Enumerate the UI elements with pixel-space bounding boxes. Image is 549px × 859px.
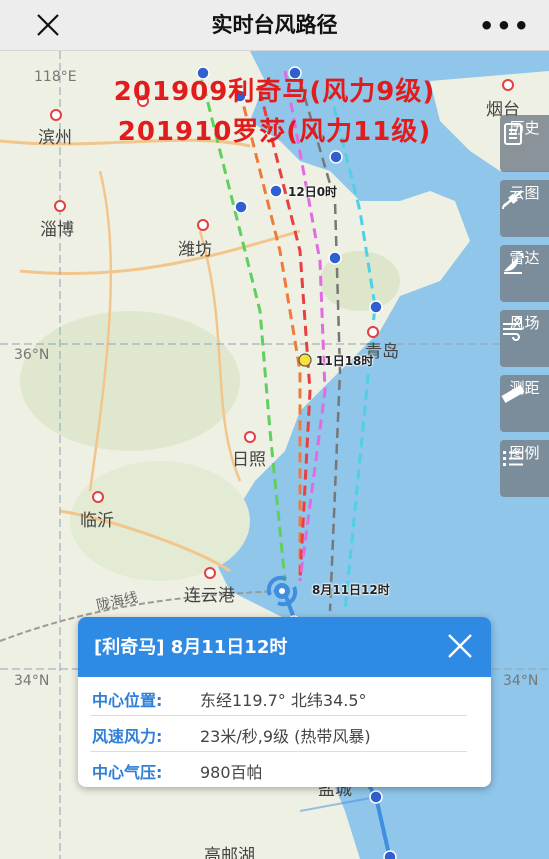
city-label: 日照 bbox=[232, 450, 266, 470]
info-key: 中心气压: bbox=[92, 763, 163, 782]
info-value: 23米/秒,9级 (热带风暴) bbox=[200, 727, 371, 746]
headline-line-2: 201910罗莎(风力11级) bbox=[117, 117, 432, 147]
legend-button[interactable]: 图例 bbox=[500, 440, 549, 497]
satellite-icon bbox=[501, 190, 523, 210]
latitude-label: 34°N bbox=[14, 673, 50, 689]
info-key: 中心位置: bbox=[92, 691, 163, 710]
distance-button[interactable]: 测距 bbox=[500, 375, 549, 432]
top-bar: 实时台风路径 ••• bbox=[0, 0, 549, 51]
history-icon bbox=[504, 123, 522, 145]
more-menu-button[interactable]: ••• bbox=[479, 12, 531, 40]
info-row-position: 中心位置: 东经119.7° 北纬34.5° bbox=[90, 681, 467, 716]
popup-header: [利奇马] 8月11日12时 bbox=[78, 617, 491, 677]
radar-icon bbox=[504, 252, 524, 274]
city-label: 连云港 bbox=[184, 586, 235, 606]
popup-title: [利奇马] 8月11日12时 bbox=[94, 637, 288, 658]
city-label: 淄博 bbox=[40, 220, 74, 240]
radar-button[interactable]: 雷达 bbox=[500, 245, 549, 302]
track-point-label: 8月11日12时 bbox=[312, 583, 390, 597]
close-icon[interactable] bbox=[445, 631, 475, 661]
history-button[interactable]: 历史 bbox=[500, 115, 549, 172]
typhoon-info-popup: [利奇马] 8月11日12时 中心位置: 东经119.7° 北纬34.5° 风速… bbox=[78, 617, 491, 787]
latitude-label: 36°N bbox=[14, 347, 50, 363]
legend-icon bbox=[503, 451, 523, 466]
track-point-label: 12日0时 bbox=[288, 185, 338, 199]
city-label: 潍坊 bbox=[178, 240, 212, 260]
page-title: 实时台风路径 bbox=[211, 13, 338, 37]
info-key: 风速风力: bbox=[92, 727, 163, 746]
info-row-pressure: 中心气压: 980百帕 bbox=[90, 753, 467, 787]
headline-line-1: 201909利奇马(风力9级) bbox=[113, 77, 436, 107]
wind-icon bbox=[503, 317, 522, 341]
wind-field-button[interactable]: 风场 bbox=[500, 310, 549, 367]
city-label: 临沂 bbox=[80, 511, 114, 531]
info-value: 东经119.7° 北纬34.5° bbox=[200, 691, 367, 710]
info-value: 980百帕 bbox=[200, 763, 263, 782]
satellite-button[interactable]: 云图 bbox=[500, 180, 549, 237]
ruler-icon bbox=[501, 385, 525, 403]
city-label: 高邮湖 bbox=[204, 846, 255, 859]
track-point-label: 11日18时 bbox=[316, 354, 374, 368]
latitude-label: 34°N bbox=[503, 673, 539, 689]
info-row-wind: 风速风力: 23米/秒,9级 (热带风暴) bbox=[90, 717, 467, 752]
